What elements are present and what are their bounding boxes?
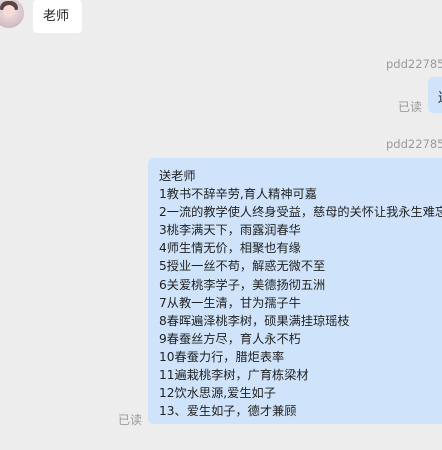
message-line: 12饮水思源,爱生如子 <box>159 386 276 401</box>
chat-window: 老师 pdd2278555 送 已读 pdd2278555 送老师 1教书不辞辛… <box>0 0 442 450</box>
message-line: 送老师 <box>159 169 196 183</box>
message-line: 3桃李满天下，雨露润春华 <box>159 223 301 238</box>
sender-name: pdd2278555 <box>386 57 442 71</box>
message-line: 10春蚕力行，腊炬表率 <box>159 349 285 364</box>
outgoing-message-bubble[interactable]: 送老师 1教书不辞辛劳,育人精神可嘉 2一流的教学使人终身受益，慈母的关怀让我永… <box>148 158 442 424</box>
message-line: 6关爱桃李学子，美德扬彻五洲 <box>159 277 326 292</box>
incoming-message-bubble[interactable]: 老师 <box>33 0 82 33</box>
message-line: 11遍栽桃李树，广育栋梁材 <box>159 368 309 383</box>
message-line: 2一流的教学使人终身受益，慈母的关怀让我永生难忘 <box>159 205 442 220</box>
message-text: 送 <box>438 87 442 106</box>
message-line: 8春晖遍泽桃李树，硕果满挂琼瑶枝 <box>159 313 350 328</box>
sender-name: pdd2278555 <box>386 137 442 151</box>
outgoing-message-bubble[interactable]: 送 <box>428 77 442 113</box>
message-line: 4师生情无价，相聚也有缘 <box>159 241 301 256</box>
message-line: 7从教一生清，甘为孺子牛 <box>159 295 301 310</box>
read-status: 已读 <box>398 100 423 114</box>
message-line: 1教书不辞辛劳,育人精神可嘉 <box>159 187 317 202</box>
contact-avatar-icon[interactable] <box>0 0 24 28</box>
read-status: 已读 <box>118 413 143 427</box>
message-line: 13、爱生如子，德才兼顾 <box>159 404 297 419</box>
message-line: 5授业一丝不苟，解惑无微不至 <box>159 259 326 274</box>
message-line: 9春蚕丝方尽，育人永不朽 <box>159 331 301 346</box>
avatar-face <box>3 5 15 17</box>
